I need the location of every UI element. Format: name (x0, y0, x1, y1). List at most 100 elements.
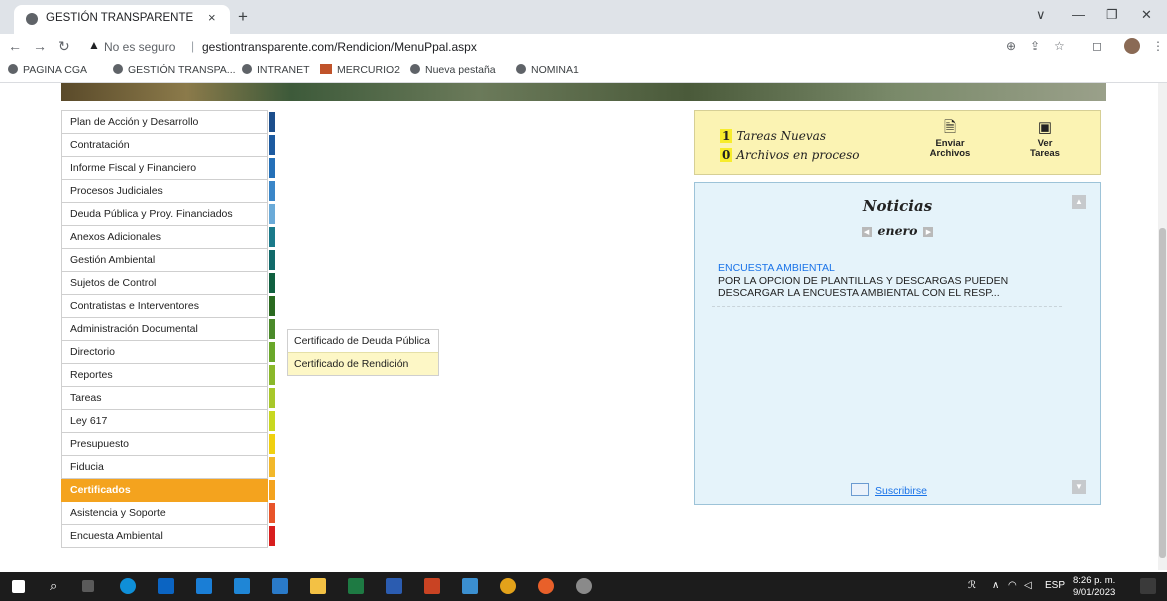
menu-item[interactable]: Contratistas e Interventores (61, 295, 275, 318)
network-icon[interactable]: ◠ (1008, 580, 1017, 591)
forward-arrow-icon[interactable]: → (33, 38, 47, 54)
menu-item-label: Contratistas e Interventores (70, 300, 199, 312)
page-scrollbar[interactable] (1158, 83, 1167, 570)
clock[interactable]: 8:26 p. m. 9/01/2023 (1073, 575, 1115, 599)
bookmark-item[interactable]: GESTIÓN TRANSPA... (113, 64, 236, 76)
volume-icon[interactable]: ◁ (1024, 580, 1032, 591)
new-tab-button[interactable]: + (238, 7, 248, 27)
word-icon[interactable] (386, 578, 402, 594)
url-text[interactable]: gestiontransparente.com/Rendicion/MenuPp… (202, 40, 477, 54)
send-files-button[interactable]: 🗎 Enviar Archivos (920, 120, 980, 159)
powerpoint-icon[interactable] (424, 578, 440, 594)
globe-icon (516, 64, 526, 74)
store-icon[interactable] (196, 578, 212, 594)
menu-item[interactable]: Administración Documental (61, 318, 275, 341)
scrollbar-thumb[interactable] (1159, 228, 1166, 558)
submenu-item-certificado-deuda[interactable]: Certificado de Deuda Pública (288, 330, 438, 352)
share-icon[interactable]: ⇪ (1030, 39, 1040, 53)
bookmark-item[interactable]: PAGINA CGA (8, 64, 87, 76)
menu-item[interactable]: Contratación (61, 134, 275, 157)
main-menu: Plan de Acción y Desarrollo Contratación I… (61, 110, 275, 548)
submenu-item-certificado-rendicion[interactable]: Certificado de Rendición (288, 352, 438, 375)
menu-item[interactable]: Certificados (61, 479, 275, 502)
menu-item-label: Administración Documental (70, 323, 198, 335)
excel-icon[interactable] (348, 578, 364, 594)
files-in-process-line[interactable]: 0 Archivos en proceso (720, 148, 860, 162)
menu-item[interactable]: Deuda Pública y Proy. Financiados (61, 203, 275, 226)
app-icon[interactable] (272, 578, 288, 594)
bookmark-item[interactable]: Nueva pestaña (410, 64, 496, 76)
menu-item[interactable]: Fiducia (61, 456, 275, 479)
address-bar[interactable]: ▲ No es seguro | gestiontransparente.com… (88, 36, 578, 58)
certificados-submenu: Certificado de Deuda Pública Certificado… (287, 329, 439, 376)
new-tasks-line[interactable]: 1 Tareas Nuevas (720, 129, 826, 143)
menu-item[interactable]: Plan de Acción y Desarrollo (61, 110, 275, 134)
menu-item[interactable]: Presupuesto (61, 433, 275, 456)
menu-item[interactable]: Reportes (61, 364, 275, 387)
minimize-button[interactable]: — (1072, 7, 1085, 22)
warning-icon[interactable]: ▲ (88, 38, 100, 52)
app-icon[interactable] (462, 578, 478, 594)
menu-item[interactable]: Directorio (61, 341, 275, 364)
next-month-icon[interactable]: ▶ (923, 227, 934, 237)
scroll-down-button[interactable]: ▼ (1072, 480, 1086, 494)
menu-item[interactable]: Anexos Adicionales (61, 226, 275, 249)
bookmark-item[interactable]: MERCURIO2 (320, 64, 400, 76)
chrome-icon[interactable] (500, 578, 516, 594)
windows-start-icon[interactable] (12, 580, 25, 593)
menu-item[interactable]: Encuesta Ambiental (61, 525, 275, 548)
menu-item[interactable]: Procesos Judiciales (61, 180, 275, 203)
edge-icon[interactable] (120, 578, 136, 594)
chevron-up-icon[interactable]: ∧ (992, 580, 999, 591)
menu-item-label: Tareas (70, 392, 102, 404)
menu-color-bar (269, 319, 275, 339)
new-tasks-count: 1 (720, 129, 733, 143)
menu-item[interactable]: Gestión Ambiental (61, 249, 275, 272)
month-selector: ◀ enero ▶ (695, 223, 1100, 238)
news-headline-link[interactable]: ENCUESTA AMBIENTAL (718, 262, 835, 274)
close-window-button[interactable]: ✕ (1141, 7, 1152, 23)
restore-button[interactable]: ❐ (1106, 7, 1118, 23)
menu-item-label: Presupuesto (70, 438, 129, 450)
menu-item-label: Asistencia y Soporte (70, 507, 166, 519)
people-icon[interactable]: ℛ (968, 580, 976, 591)
news-divider (712, 306, 1062, 307)
menu-item[interactable]: Informe Fiscal y Financiero (61, 157, 275, 180)
browser-tab[interactable]: GESTIÓN TRANSPARENTE × (14, 5, 230, 34)
reload-icon[interactable]: ↻ (58, 38, 70, 55)
menu-item[interactable]: Sujetos de Control (61, 272, 275, 295)
menu-item[interactable]: Ley 617 (61, 410, 275, 433)
zoom-icon[interactable]: ⊕ (1006, 39, 1016, 53)
file-explorer-icon[interactable] (310, 578, 326, 594)
close-tab-icon[interactable]: × (208, 10, 216, 25)
outlook-icon[interactable] (158, 578, 174, 594)
prev-month-icon[interactable]: ◀ (861, 227, 872, 237)
search-icon[interactable]: ⌕ (50, 578, 57, 594)
bookmark-star-icon[interactable]: ☆ (1054, 39, 1065, 53)
back-arrow-icon[interactable]: ← (8, 38, 22, 54)
tab-search-icon[interactable]: ∨ (1036, 7, 1046, 23)
app-icon[interactable] (576, 578, 592, 594)
menu-color-bar (269, 250, 275, 270)
task-view-icon[interactable] (82, 580, 94, 592)
language-indicator[interactable]: ESP (1045, 580, 1065, 591)
view-tasks-button[interactable]: ▣ Ver Tareas (1015, 120, 1075, 159)
more-menu-icon[interactable]: ⋮ (1152, 39, 1164, 53)
menu-color-bar (269, 411, 275, 431)
sidebar-icon[interactable]: ◻ (1092, 39, 1102, 53)
security-label[interactable]: No es seguro (104, 40, 175, 54)
mail-icon[interactable] (234, 578, 250, 594)
files-in-process-label: Archivos en proceso (736, 148, 860, 162)
menu-color-bar (269, 112, 275, 132)
subscribe-link[interactable]: Suscribirse (851, 483, 927, 497)
firefox-icon[interactable] (538, 578, 554, 594)
menu-item[interactable]: Asistencia y Soporte (61, 502, 275, 525)
bookmark-item[interactable]: INTRANET (242, 64, 310, 76)
profile-avatar[interactable] (1124, 38, 1140, 54)
globe-icon (26, 13, 38, 25)
notifications-icon[interactable] (1140, 578, 1156, 594)
browser-tab-strip: GESTIÓN TRANSPARENTE × + ∨ — ❐ ✕ (0, 0, 1167, 34)
news-body: POR LA OPCION DE PLANTILLAS Y DESCARGAS … (718, 275, 1009, 299)
bookmark-item[interactable]: NOMINA1 (516, 64, 579, 76)
menu-item[interactable]: Tareas (61, 387, 275, 410)
